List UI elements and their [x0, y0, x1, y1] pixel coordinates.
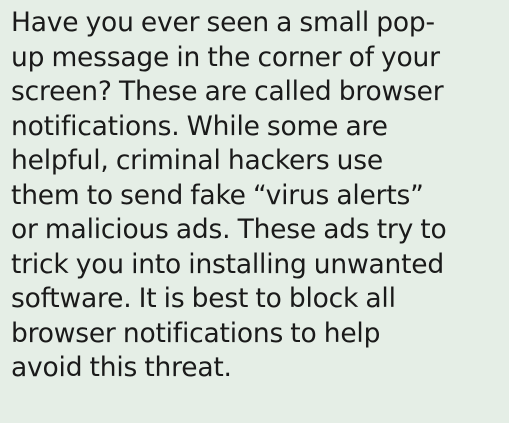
paragraph-line: or malicious ads. These ads try to [11, 214, 447, 245]
paragraph-line: screen? These are called browser [11, 76, 444, 107]
paragraph-line: avoid this threat. [11, 352, 232, 383]
paragraph-line: helpful, criminal hackers use [11, 145, 383, 176]
paragraph-line: browser notifications to help [11, 317, 381, 349]
body-paragraph: Have you ever seen a small pop- up messa… [11, 6, 509, 386]
paragraph-line: notifications. While some are [11, 110, 388, 142]
paragraph-line: trick you into installing unwanted [11, 248, 445, 280]
paragraph-line: up message in the corner of your [11, 41, 440, 73]
paragraph-line: Have you ever seen a small pop- [11, 7, 435, 38]
paragraph-line: software. It is best to block all [11, 283, 396, 314]
info-panel: Have you ever seen a small pop- up messa… [0, 0, 509, 423]
paragraph-line: them to send fake “virus alerts” [11, 179, 424, 211]
